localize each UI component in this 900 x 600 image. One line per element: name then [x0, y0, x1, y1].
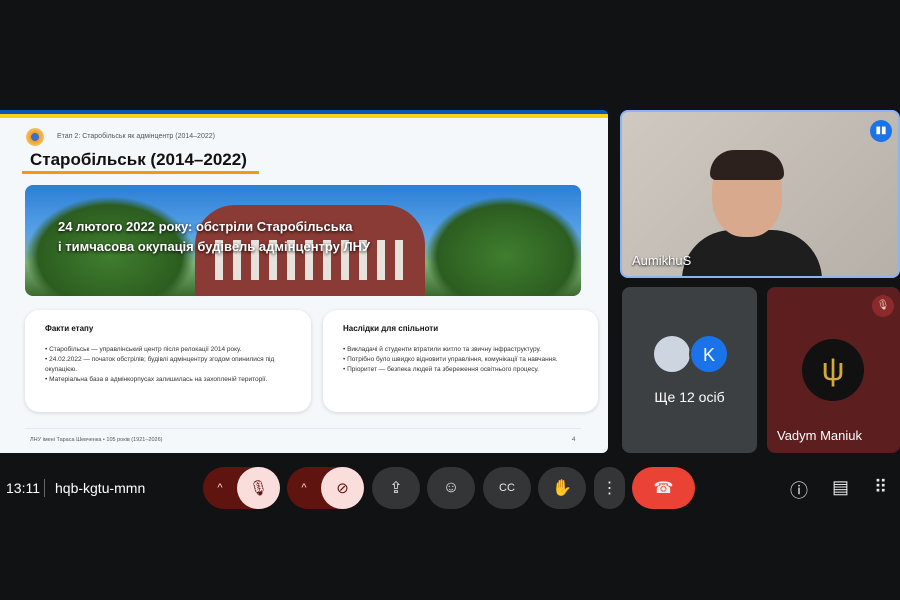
- card-item: • 24.02.2022 — початок обстрілів; будівл…: [45, 356, 275, 373]
- audio-options-chevron-icon[interactable]: ^: [203, 467, 237, 509]
- captions-button[interactable]: CC: [483, 467, 531, 509]
- avatar: [652, 334, 692, 374]
- video-options-chevron-icon[interactable]: ^: [287, 467, 321, 509]
- card-item: • Пріоритет — безпека людей та збереженн…: [343, 366, 539, 373]
- divider: [44, 479, 45, 497]
- card-item: • Потрібно було швидко відновити управлі…: [343, 356, 558, 363]
- page-number: 4: [572, 437, 576, 443]
- presentation-slide: Етап 2: Старобільськ як адмінцентр (2014…: [0, 110, 608, 453]
- mic-off-button[interactable]: 🎙: [237, 467, 280, 509]
- card-item: • Матеріальна база в адмінкорпусах залиш…: [45, 376, 268, 383]
- activities-icon[interactable]: ⠿: [874, 477, 887, 498]
- banner-line-1: 24 лютого 2022 року: обстріли Старобільс…: [58, 219, 353, 234]
- slide-footer: ЛНУ імені Тараса Шевченка • 105 років (1…: [30, 437, 163, 443]
- consequences-card: Наслідки для спільноти • Викладачі й сту…: [323, 310, 598, 412]
- card-heading: Факти етапу: [45, 324, 94, 333]
- speaking-indicator-icon: ▮▮: [870, 120, 892, 142]
- banner-line-2: і тимчасова окупація будівель адмінцентр…: [58, 239, 371, 254]
- meeting-code: hqb-kgtu-mmn: [55, 480, 146, 496]
- camera-off-button[interactable]: ⊘: [321, 467, 364, 509]
- speaker-tile[interactable]: ▮▮ AumikhuS: [620, 110, 900, 278]
- others-count: Ще 12 осіб: [654, 389, 725, 405]
- trident-avatar-icon: ψ: [802, 339, 864, 401]
- meeting-time: 13:11: [6, 480, 40, 496]
- camera-control: ^ ⊘: [287, 467, 364, 509]
- emoji-button[interactable]: ☺: [427, 467, 475, 509]
- more-options-button[interactable]: ⋮: [594, 467, 625, 509]
- card-item: • Старобільськ — управлінський центр піс…: [45, 346, 242, 353]
- slide-breadcrumb: Етап 2: Старобільськ як адмінцентр (2014…: [57, 133, 215, 140]
- avatar: K: [689, 334, 729, 374]
- facts-card: Факти етапу • Старобільськ — управлінськ…: [25, 310, 311, 412]
- present-button[interactable]: ⇪: [372, 467, 420, 509]
- raise-hand-button[interactable]: ✋: [538, 467, 586, 509]
- mic-control: ^ 🎙: [203, 467, 280, 509]
- leave-call-button[interactable]: ☎: [632, 467, 695, 509]
- title-underline: [22, 171, 259, 174]
- info-icon[interactable]: ⓘ: [790, 477, 808, 503]
- participant-name: AumikhuS: [632, 253, 692, 268]
- participant-tile[interactable]: 🎙 ψ Vadym Maniuk: [767, 287, 900, 453]
- chat-icon[interactable]: ▤: [832, 477, 849, 498]
- banner-image: 24 лютого 2022 року: обстріли Старобільс…: [25, 185, 581, 296]
- footer-divider: [25, 428, 581, 429]
- card-heading: Наслідки для спільноти: [343, 324, 439, 333]
- card-item: • Викладачі й студенти втратили житло та…: [343, 346, 541, 353]
- slide-title: Старобільськ (2014–2022): [30, 150, 247, 169]
- university-logo: [26, 128, 44, 146]
- mic-off-icon: 🎙: [872, 295, 894, 317]
- others-tile[interactable]: K Ще 12 осіб: [622, 287, 757, 453]
- participant-name: Vadym Maniuk: [777, 428, 863, 443]
